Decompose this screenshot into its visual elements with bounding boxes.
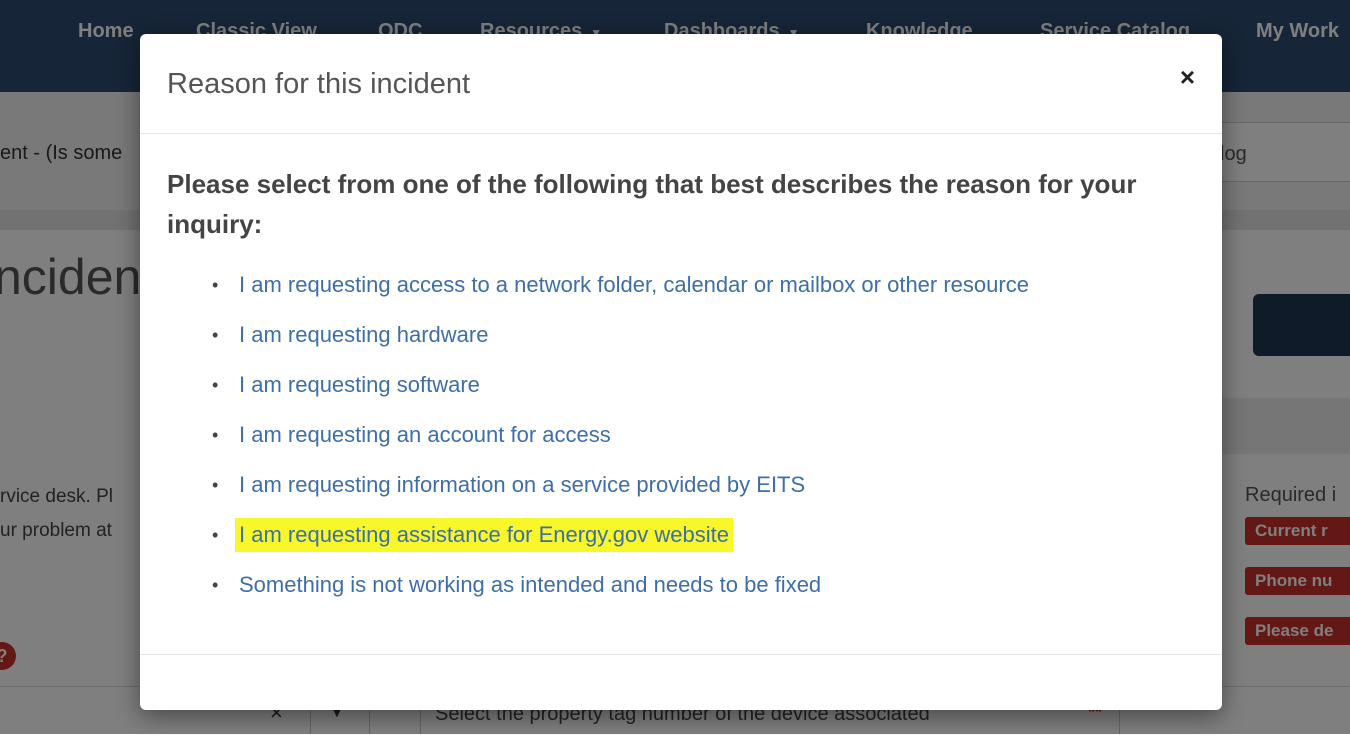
bullet-icon: • xyxy=(212,375,219,395)
reason-link-energy-gov[interactable]: I am requesting assistance for Energy.go… xyxy=(235,518,733,552)
reason-link-account[interactable]: I am requesting an account for access xyxy=(239,420,611,450)
close-icon[interactable]: × xyxy=(1180,62,1195,93)
reason-modal: Reason for this incident × Please select… xyxy=(140,34,1222,710)
modal-footer xyxy=(140,654,1222,711)
reason-link-hardware[interactable]: I am requesting hardware xyxy=(239,320,488,350)
bullet-icon: • xyxy=(212,325,219,345)
reason-link-information[interactable]: I am requesting information on a service… xyxy=(239,470,805,500)
bullet-icon: • xyxy=(212,425,219,445)
modal-title: Reason for this incident xyxy=(167,68,471,100)
modal-prompt: Please select from one of the following … xyxy=(167,169,1137,239)
reason-link-access[interactable]: I am requesting access to a network fold… xyxy=(239,270,1029,300)
modal-header: Reason for this incident × xyxy=(140,34,1222,134)
bullet-icon: • xyxy=(212,525,219,545)
reason-link-software[interactable]: I am requesting software xyxy=(239,370,480,400)
reason-link-fix[interactable]: Something is not working as intended and… xyxy=(239,570,821,600)
bullet-icon: • xyxy=(212,575,219,595)
bullet-icon: • xyxy=(212,275,219,295)
bullet-icon: • xyxy=(212,475,219,495)
